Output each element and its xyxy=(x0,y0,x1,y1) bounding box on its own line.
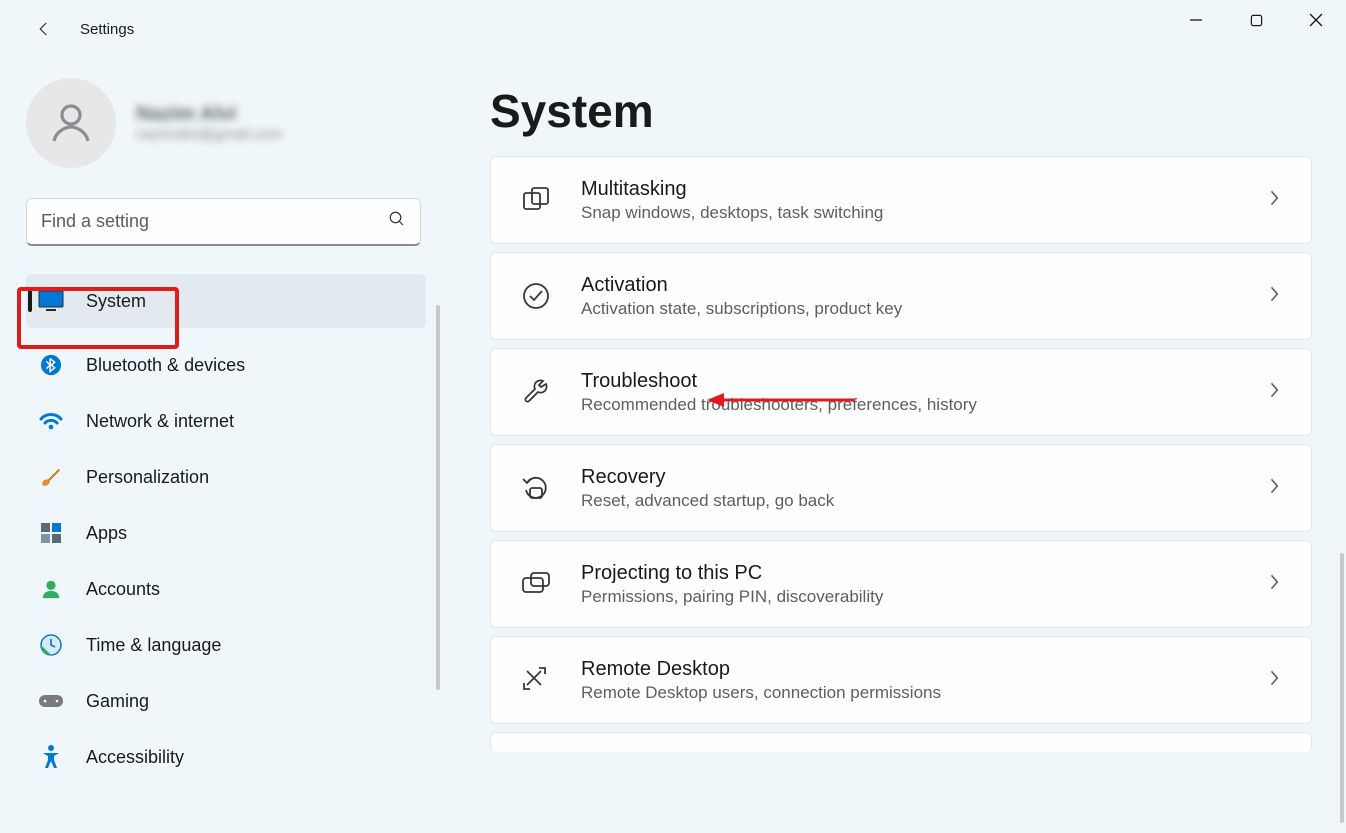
card-title: Projecting to this PC xyxy=(581,562,1239,585)
bluetooth-icon xyxy=(38,352,64,378)
sidebar: Nazim Alvi nazimalvi@gmail.com System xyxy=(0,58,440,833)
sidebar-item-label: Time & language xyxy=(86,635,221,656)
brush-icon xyxy=(38,464,64,490)
profile-email: nazimalvi@gmail.com xyxy=(136,126,282,143)
sidebar-item-label: Personalization xyxy=(86,467,209,488)
sidebar-item-system[interactable]: System xyxy=(26,274,426,328)
close-button[interactable] xyxy=(1286,0,1346,40)
chevron-right-icon xyxy=(1267,476,1281,501)
sidebar-item-label: Bluetooth & devices xyxy=(86,355,245,376)
minimize-button[interactable] xyxy=(1166,0,1226,40)
sidebar-item-personalization[interactable]: Personalization xyxy=(26,450,426,504)
back-button[interactable] xyxy=(24,9,64,49)
profile-block[interactable]: Nazim Alvi nazimalvi@gmail.com xyxy=(26,78,426,168)
titlebar: Settings xyxy=(0,0,1346,58)
sidebar-item-time-language[interactable]: Time & language xyxy=(26,618,426,672)
clock-icon xyxy=(38,632,64,658)
sidebar-item-accessibility[interactable]: Accessibility xyxy=(26,730,426,784)
sidebar-item-network[interactable]: Network & internet xyxy=(26,394,426,448)
card-subtitle: Permissions, pairing PIN, discoverabilit… xyxy=(581,587,1239,607)
card-partial[interactable] xyxy=(490,732,1312,752)
card-title: Multitasking xyxy=(581,178,1239,201)
search-box[interactable] xyxy=(26,198,421,246)
card-activation[interactable]: Activation Activation state, subscriptio… xyxy=(490,252,1312,340)
app-title: Settings xyxy=(80,21,134,38)
profile-name: Nazim Alvi xyxy=(136,103,282,126)
sidebar-item-label: Gaming xyxy=(86,691,149,712)
chevron-right-icon xyxy=(1267,284,1281,309)
card-subtitle: Reset, advanced startup, go back xyxy=(581,491,1239,511)
sidebar-item-bluetooth[interactable]: Bluetooth & devices xyxy=(26,338,426,392)
remote-icon xyxy=(519,663,553,697)
sidebar-item-gaming[interactable]: Gaming xyxy=(26,674,426,728)
sidebar-item-apps[interactable]: Apps xyxy=(26,506,426,560)
chevron-right-icon xyxy=(1267,668,1281,693)
card-subtitle: Snap windows, desktops, task switching xyxy=(581,203,1239,223)
apps-icon xyxy=(38,520,64,546)
card-title: Remote Desktop xyxy=(581,658,1239,681)
sidebar-item-label: Network & internet xyxy=(86,411,234,432)
card-title: Troubleshoot xyxy=(581,370,1239,393)
nav-list: System Bluetooth & devices Network & int… xyxy=(26,274,426,784)
projecting-icon xyxy=(519,567,553,601)
page-title: System xyxy=(490,84,1312,138)
sidebar-item-accounts[interactable]: Accounts xyxy=(26,562,426,616)
search-icon xyxy=(388,210,406,233)
main-content: System Multitasking Snap windows, deskto… xyxy=(440,58,1346,833)
card-multitasking[interactable]: Multitasking Snap windows, desktops, tas… xyxy=(490,156,1312,244)
card-subtitle: Recommended troubleshooters, preferences… xyxy=(581,395,1239,415)
main-scrollbar[interactable] xyxy=(1340,553,1344,823)
card-remote-desktop[interactable]: Remote Desktop Remote Desktop users, con… xyxy=(490,636,1312,724)
gamepad-icon xyxy=(38,688,64,714)
monitor-icon xyxy=(38,288,64,314)
multitask-icon xyxy=(519,183,553,217)
maximize-button[interactable] xyxy=(1226,0,1286,40)
sidebar-item-label: Accounts xyxy=(86,579,160,600)
card-subtitle: Remote Desktop users, connection permiss… xyxy=(581,683,1239,703)
sidebar-item-label: Apps xyxy=(86,523,127,544)
chevron-right-icon xyxy=(1267,572,1281,597)
profile-text: Nazim Alvi nazimalvi@gmail.com xyxy=(136,103,282,143)
card-title: Activation xyxy=(581,274,1239,297)
recovery-icon xyxy=(519,471,553,505)
wrench-icon xyxy=(519,375,553,409)
avatar xyxy=(26,78,116,168)
sidebar-item-label: System xyxy=(86,291,146,312)
wifi-icon xyxy=(38,408,64,434)
chevron-right-icon xyxy=(1267,188,1281,213)
chevron-right-icon xyxy=(1267,380,1281,405)
card-recovery[interactable]: Recovery Reset, advanced startup, go bac… xyxy=(490,444,1312,532)
accessibility-icon xyxy=(38,744,64,770)
card-troubleshoot[interactable]: Troubleshoot Recommended troubleshooters… xyxy=(490,348,1312,436)
account-icon xyxy=(38,576,64,602)
card-title: Recovery xyxy=(581,466,1239,489)
card-subtitle: Activation state, subscriptions, product… xyxy=(581,299,1239,319)
settings-cards: Multitasking Snap windows, desktops, tas… xyxy=(490,156,1312,752)
check-circle-icon xyxy=(519,279,553,313)
window-controls xyxy=(1166,0,1346,40)
sidebar-item-label: Accessibility xyxy=(86,747,184,768)
search-input[interactable] xyxy=(41,211,388,232)
card-projecting[interactable]: Projecting to this PC Permissions, pairi… xyxy=(490,540,1312,628)
